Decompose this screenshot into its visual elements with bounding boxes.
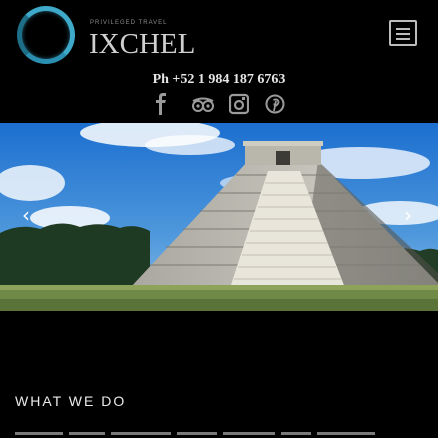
pinterest-icon[interactable]	[265, 93, 285, 117]
slider-next-arrow[interactable]: ›	[404, 205, 412, 225]
menu-button[interactable]	[389, 20, 417, 46]
tripadvisor-icon[interactable]	[191, 93, 215, 117]
hamburger-icon	[396, 38, 410, 40]
hamburger-icon	[396, 33, 410, 35]
section-title: WHAT WE DO	[15, 393, 127, 409]
facebook-icon[interactable]	[154, 93, 168, 117]
logo-tagline: PRIVILEGED TRAVEL	[90, 20, 168, 26]
instagram-icon[interactable]	[228, 93, 250, 117]
section-text-cutoff	[15, 432, 423, 438]
logo-wordmark[interactable]: IXCHEL	[89, 27, 195, 61]
phone-number[interactable]: Ph +52 1 984 187 6763	[0, 72, 438, 88]
hero-image	[0, 123, 438, 311]
slider-prev-arrow[interactable]: ‹	[22, 205, 30, 225]
hamburger-icon	[396, 28, 410, 30]
logo-icon[interactable]	[17, 6, 75, 64]
site-header: PRIVILEGED TRAVEL IXCHEL Ph +52 1 984 18…	[0, 0, 438, 122]
